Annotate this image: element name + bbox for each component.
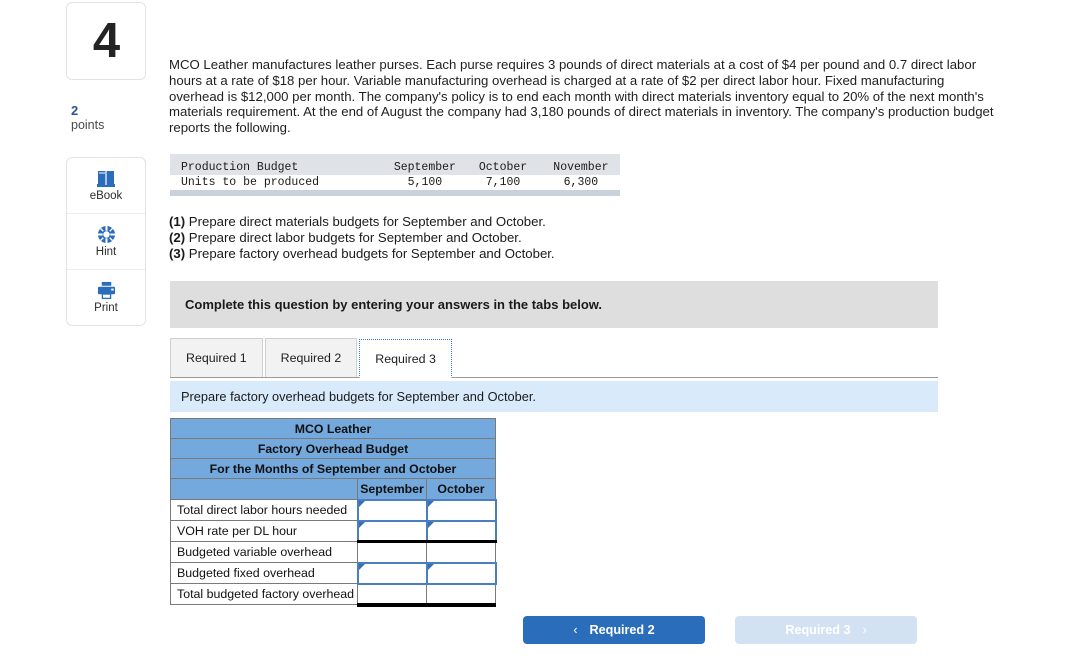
next-required-label: Required 3 bbox=[785, 623, 851, 637]
complete-question-banner: Complete this question by entering your … bbox=[170, 281, 938, 328]
table-band-bottom bbox=[170, 190, 620, 196]
answer-title-row-2: Factory Overhead Budget bbox=[170, 438, 496, 459]
production-budget-table: Production Budget September October Nove… bbox=[170, 154, 620, 196]
value-total-budgeted-factory-overhead-october bbox=[426, 583, 496, 607]
table-row: Budgeted fixed overhead bbox=[170, 561, 497, 585]
tab-required-1[interactable]: Required 1 bbox=[170, 338, 263, 377]
input-voh-rate-october[interactable] bbox=[425, 519, 497, 543]
question-number-box: 4 bbox=[66, 2, 146, 80]
row-label-voh-rate: VOH rate per DL hour bbox=[170, 520, 358, 542]
print-button[interactable]: Print bbox=[67, 270, 145, 325]
input-total-dl-hours-september[interactable] bbox=[356, 498, 428, 522]
pb-header-november: November bbox=[541, 160, 620, 175]
ebook-button[interactable]: eBook bbox=[67, 158, 145, 214]
chevron-left-icon: ‹ bbox=[573, 623, 578, 637]
requirement-2-number: (2) bbox=[169, 230, 186, 246]
ebook-icon bbox=[96, 170, 116, 188]
previous-required-label: Required 2 bbox=[589, 623, 655, 637]
requirement-1-text: Prepare direct materials budgets for Sep… bbox=[188, 214, 546, 229]
row-label-budgeted-fixed-overhead: Budgeted fixed overhead bbox=[170, 562, 358, 584]
next-required-button: Required 3 › bbox=[735, 616, 917, 644]
points-block: 2 points bbox=[66, 104, 148, 133]
tab-required-3[interactable]: Required 3 bbox=[359, 339, 452, 378]
pb-row-label: Units to be produced bbox=[181, 176, 320, 189]
answer-budget-name: Factory Overhead Budget bbox=[170, 438, 496, 459]
answer-title-row-3: For the Months of September and October bbox=[170, 458, 496, 479]
points-value: 2 bbox=[71, 103, 79, 118]
answer-column-header-row: September October bbox=[170, 478, 496, 500]
input-budgeted-fixed-overhead-september[interactable] bbox=[356, 561, 428, 585]
tab-required-2[interactable]: Required 2 bbox=[264, 338, 358, 377]
factory-overhead-budget-table: MCO Leather Factory Overhead Budget For … bbox=[170, 418, 497, 607]
table-row: VOH rate per DL hour bbox=[170, 519, 497, 543]
required-tabs: Required 1 Required 2 Required 3 bbox=[170, 337, 938, 378]
table-row: Total direct labor hours needed bbox=[170, 498, 497, 522]
points-label: points bbox=[71, 118, 105, 132]
pb-header-title: Production Budget bbox=[170, 160, 386, 175]
hint-label: Hint bbox=[95, 246, 117, 258]
requirement-2-text: Prepare direct labor budgets for Septemb… bbox=[188, 230, 522, 246]
ebook-label: eBook bbox=[89, 189, 123, 202]
requirements-list: (1) Prepare direct materials budgets for… bbox=[169, 214, 555, 263]
pb-row-october: 7,100 bbox=[485, 176, 521, 189]
answer-col-september: September bbox=[357, 478, 427, 500]
question-number: 4 bbox=[92, 13, 120, 68]
input-voh-rate-september[interactable] bbox=[356, 519, 428, 543]
print-icon bbox=[96, 281, 117, 300]
value-budgeted-variable-overhead-october bbox=[426, 541, 496, 563]
pb-header-september: September bbox=[385, 160, 465, 175]
value-budgeted-variable-overhead-september bbox=[357, 541, 427, 563]
production-budget-header-row: Production Budget September October Nove… bbox=[170, 160, 620, 175]
requirement-3: (3) Prepare factory overhead budgets for… bbox=[169, 246, 555, 262]
answer-col-october: October bbox=[426, 478, 496, 500]
answer-col-blank bbox=[170, 478, 358, 500]
pb-header-october: October bbox=[464, 160, 542, 175]
tab-navigation: ‹ Required 2 Required 3 › bbox=[523, 616, 917, 644]
value-total-budgeted-factory-overhead-september bbox=[357, 583, 427, 607]
active-requirement-text: Prepare factory overhead budgets for Sep… bbox=[181, 389, 536, 404]
hint-button[interactable]: Hint bbox=[67, 214, 145, 270]
question-rail: 4 2 points eBook Hint Print bbox=[66, 2, 148, 326]
hint-icon bbox=[97, 225, 116, 244]
requirement-1-number: (1) bbox=[169, 214, 186, 229]
row-label-total-budgeted-factory-overhead: Total budgeted factory overhead bbox=[170, 583, 358, 605]
input-total-dl-hours-october[interactable] bbox=[425, 498, 497, 522]
question-stem: MCO Leather manufactures leather purses.… bbox=[169, 57, 994, 136]
production-budget-data-row: Units to be produced 5,100 7,100 6,300 bbox=[170, 175, 620, 190]
row-label-budgeted-variable-overhead: Budgeted variable overhead bbox=[170, 541, 358, 563]
answer-company-name: MCO Leather bbox=[170, 418, 496, 439]
tab-required-3-label: Required 3 bbox=[375, 351, 436, 366]
tool-panel: eBook Hint Print bbox=[66, 157, 146, 326]
tab-required-1-label: Required 1 bbox=[186, 351, 247, 365]
requirement-2: (2) Prepare direct labor budgets for Sep… bbox=[169, 230, 555, 246]
table-row: Total budgeted factory overhead bbox=[170, 583, 496, 607]
requirement-3-number: (3) bbox=[169, 246, 186, 262]
tab-required-2-label: Required 2 bbox=[280, 351, 342, 365]
pb-row-november: 6,300 bbox=[563, 176, 599, 189]
active-requirement-banner: Prepare factory overhead budgets for Sep… bbox=[170, 381, 938, 412]
table-row: Budgeted variable overhead bbox=[170, 541, 496, 563]
print-label: Print bbox=[94, 302, 118, 314]
chevron-right-icon: › bbox=[862, 623, 867, 637]
input-budgeted-fixed-overhead-october[interactable] bbox=[425, 561, 497, 585]
requirement-3-text: Prepare factory overhead budgets for Sep… bbox=[188, 246, 555, 262]
previous-required-button[interactable]: ‹ Required 2 bbox=[523, 616, 705, 644]
pb-row-september: 5,100 bbox=[407, 176, 443, 189]
complete-question-text: Complete this question by entering your … bbox=[185, 297, 603, 312]
answer-period: For the Months of September and October bbox=[170, 458, 496, 479]
answer-title-row-1: MCO Leather bbox=[170, 418, 496, 439]
row-label-total-dl-hours: Total direct labor hours needed bbox=[170, 499, 358, 521]
requirement-1: (1) Prepare direct materials budgets for… bbox=[169, 214, 555, 230]
